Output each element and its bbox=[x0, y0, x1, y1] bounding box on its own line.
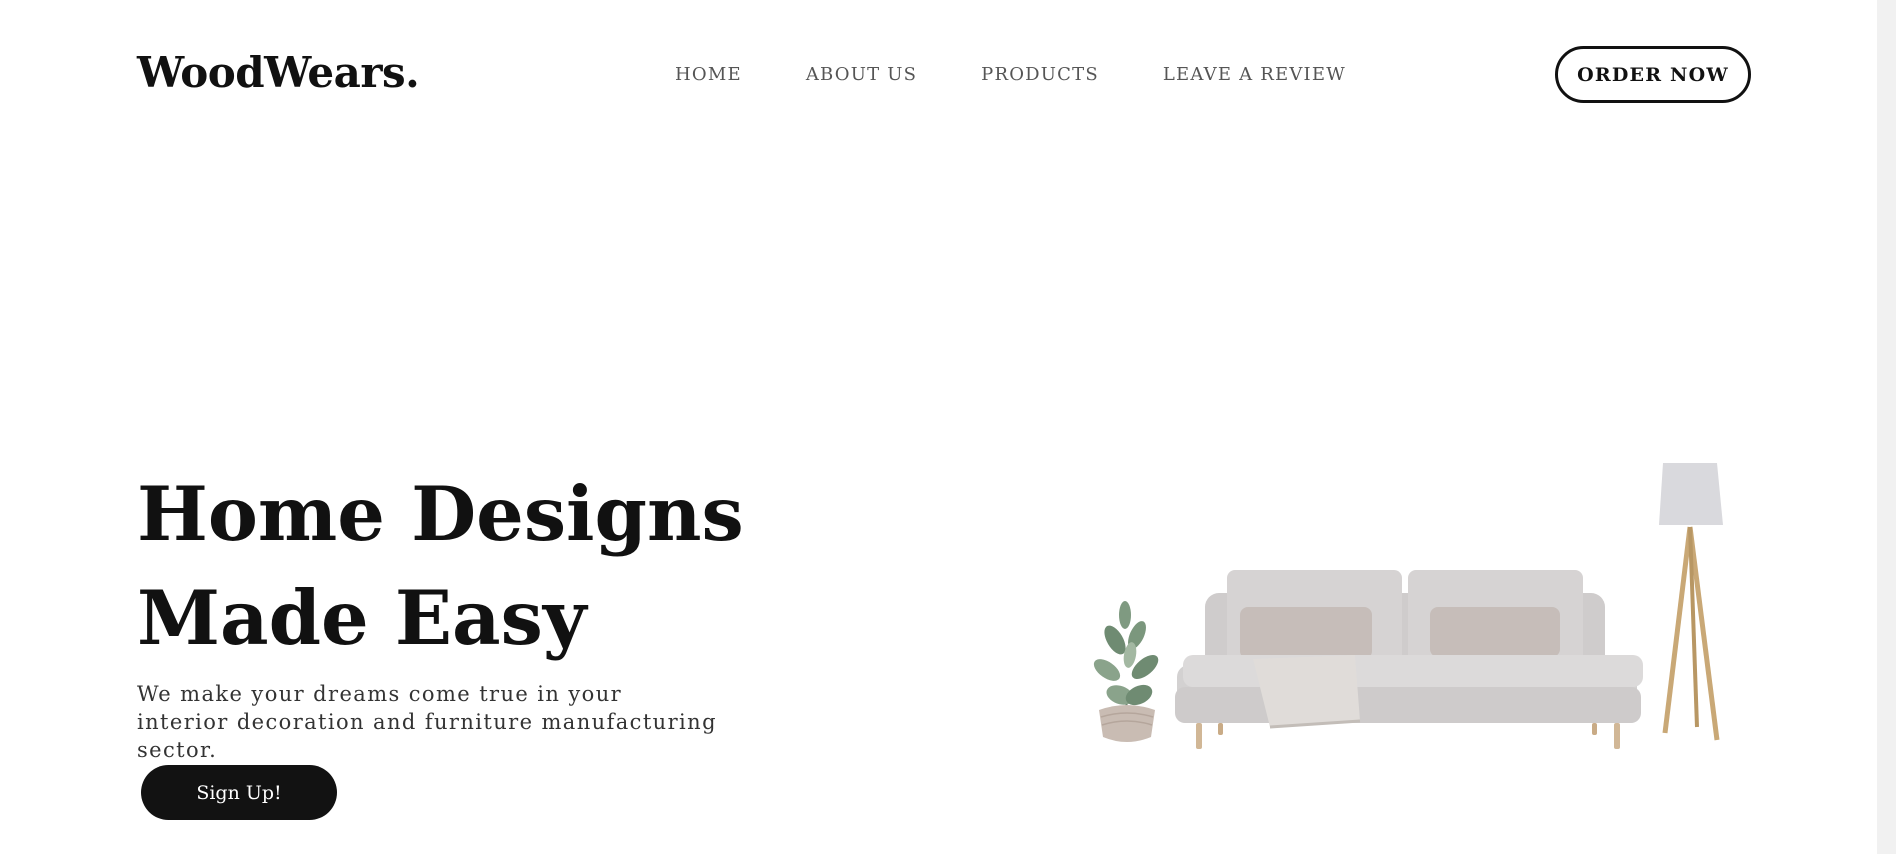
furniture-illustration bbox=[1093, 463, 1723, 749]
brand-logo[interactable]: WoodWears. bbox=[137, 52, 420, 94]
nav-item-about-us[interactable]: ABOUT US bbox=[806, 66, 917, 84]
scrollbar-track[interactable] bbox=[1877, 0, 1896, 854]
main-nav: HOME ABOUT US PRODUCTS LEAVE A REVIEW bbox=[675, 66, 1346, 84]
sofa-icon bbox=[1175, 570, 1643, 749]
potted-plant-icon bbox=[1093, 601, 1159, 742]
hero-subtitle: We make your dreams come true in your in… bbox=[137, 682, 717, 762]
nav-item-leave-a-review[interactable]: LEAVE A REVIEW bbox=[1163, 66, 1346, 84]
hero-furniture-image bbox=[1065, 455, 1765, 775]
page: WoodWears. HOME ABOUT US PRODUCTS LEAVE … bbox=[0, 0, 1896, 854]
hero-title: Home Designs Made Easy bbox=[137, 462, 744, 670]
sign-up-button[interactable]: Sign Up! bbox=[141, 765, 337, 820]
nav-item-home[interactable]: HOME bbox=[675, 66, 742, 84]
order-now-button[interactable]: ORDER NOW bbox=[1555, 46, 1751, 103]
nav-item-products[interactable]: PRODUCTS bbox=[981, 66, 1099, 84]
hero-title-line-1: Home Designs bbox=[137, 470, 744, 558]
floor-lamp-icon bbox=[1659, 463, 1723, 741]
hero-title-line-2: Made Easy bbox=[137, 574, 587, 662]
